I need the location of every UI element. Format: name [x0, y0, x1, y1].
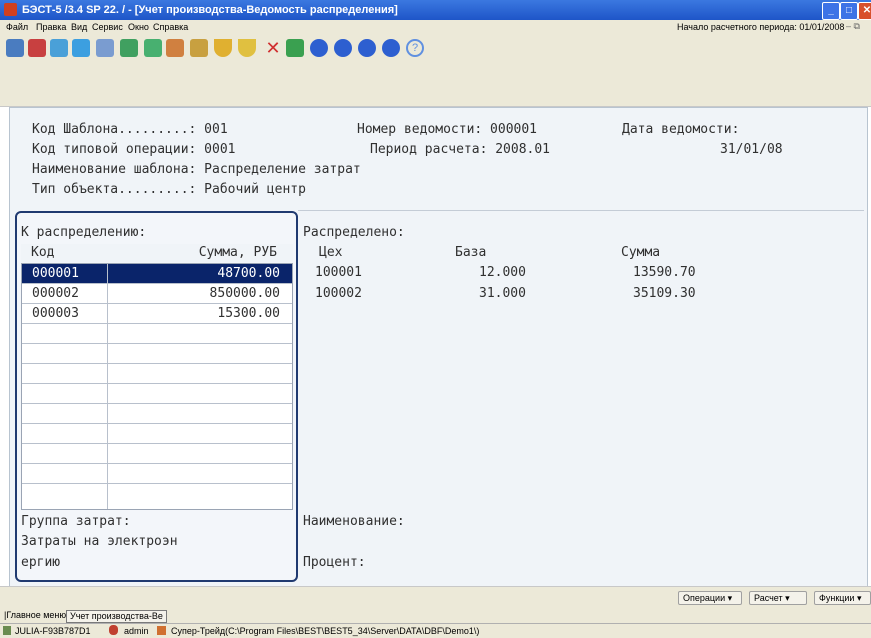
empty-row[interactable]: [22, 384, 292, 404]
dist-row-base[interactable]: 31.000: [479, 286, 526, 301]
status-bar: JULIA-F93B787D1 admin Супер-Трейд(C:\Pro…: [0, 623, 871, 638]
menu-view[interactable]: Вид: [71, 22, 87, 32]
calc-label: Расчет: [754, 593, 783, 603]
row-code: 000001: [32, 266, 79, 281]
last-icon[interactable]: [382, 39, 400, 57]
table-row[interactable]: 000001 48700.00: [22, 264, 292, 284]
empty-row[interactable]: [22, 444, 292, 464]
edit-icon[interactable]: [96, 39, 114, 57]
title-bar: БЭСТ-5 /3.4 SP 22. / - [Учет производств…: [0, 0, 871, 20]
period-start-label: Начало расчетного периода: 01/01/2008: [677, 22, 845, 32]
empty-row[interactable]: [22, 364, 292, 384]
distributed-title: Распределено:: [303, 225, 405, 240]
menu-help[interactable]: Справка: [153, 22, 188, 32]
filter-icon[interactable]: [214, 39, 232, 57]
template-code-field: Код Шаблона.........: 001: [32, 122, 228, 137]
distribution-grid[interactable]: 000001 48700.00 000002 850000.00 000003 …: [21, 263, 293, 510]
toolbar: ✕ ?: [0, 34, 871, 64]
col-sum-header[interactable]: Сумма, РУБ: [107, 244, 293, 262]
name-label: Наименование:: [303, 514, 405, 529]
minimize-button[interactable]: _: [822, 2, 840, 20]
record-icon[interactable]: [50, 39, 68, 57]
dist-row-shop[interactable]: 100002: [315, 286, 362, 301]
move-icon[interactable]: [166, 39, 184, 57]
database-path: Супер-Трейд(C:\Program Files\BEST\BEST5_…: [171, 626, 480, 636]
empty-row[interactable]: [22, 324, 292, 344]
table-row[interactable]: 000002 850000.00: [22, 284, 292, 304]
empty-row[interactable]: [22, 404, 292, 424]
tab-main-menu[interactable]: |Главное меню|: [1, 610, 71, 621]
empty-row[interactable]: [22, 464, 292, 484]
help-icon[interactable]: ?: [406, 39, 424, 57]
header-divider: [298, 210, 864, 211]
user-name: admin: [124, 626, 149, 636]
window-tabs: |Главное меню| Учет производства-Ве: [0, 608, 871, 623]
delete-icon[interactable]: ✕: [264, 39, 282, 57]
user-icon: [109, 625, 118, 635]
cost-group-value-line1: Затраты на электроэн: [21, 534, 178, 549]
filter-clear-icon[interactable]: [238, 39, 256, 57]
computer-icon: [3, 626, 11, 635]
row-sum: 48700.00: [217, 266, 280, 281]
tab-production[interactable]: Учет производства-Ве: [66, 610, 167, 623]
mdi-restore-icon[interactable]: – ⧉: [846, 21, 860, 32]
dist-row-sum[interactable]: 35109.30: [633, 286, 696, 301]
dist-row-sum[interactable]: 13590.70: [633, 265, 696, 280]
operation-code-field: Код типовой операции: 0001: [32, 142, 236, 157]
operations-label: Операции: [683, 593, 726, 603]
col-shop-header: Цех: [319, 245, 343, 260]
table-row[interactable]: 000003 15300.00: [22, 304, 292, 324]
window-title: БЭСТ-5 /3.4 SP 22. / - [Учет производств…: [22, 4, 398, 16]
menu-edit[interactable]: Правка: [36, 22, 66, 32]
statement-number-field: Номер ведомости: 000001: [357, 122, 538, 137]
table-icon[interactable]: [144, 39, 162, 57]
maximize-button[interactable]: □: [840, 2, 858, 20]
row-sum: 850000.00: [209, 286, 280, 301]
object-type-field: Тип объекта.........: Рабочий центр: [32, 182, 306, 197]
cost-group-value-line2: ергию: [21, 555, 61, 570]
percent-label: Процент:: [303, 555, 366, 570]
function-bar: Операции ▾ Расчет ▾ Функции ▾: [0, 586, 871, 609]
toolbar-spacer: [0, 64, 871, 107]
exit-icon[interactable]: [6, 39, 24, 57]
dist-row-shop[interactable]: 100001: [315, 265, 362, 280]
operations-dropdown[interactable]: Операции ▾: [678, 591, 742, 605]
functions-label: Функции: [819, 593, 855, 603]
menu-window[interactable]: Окно: [128, 22, 149, 32]
document-icon[interactable]: [28, 39, 46, 57]
template-name-field: Наименование шаблона: Распределение затр…: [32, 162, 361, 177]
calc-dropdown[interactable]: Расчет ▾: [749, 591, 807, 605]
row-sum: 15300.00: [217, 306, 280, 321]
database-icon: [157, 626, 166, 635]
cost-group-label: Группа затрат:: [21, 514, 131, 529]
menu-service[interactable]: Сервис: [92, 22, 123, 32]
first-icon[interactable]: [310, 39, 328, 57]
empty-row[interactable]: [22, 484, 292, 509]
app-icon: [4, 3, 17, 16]
col-code-header[interactable]: Код: [21, 244, 107, 262]
functions-dropdown[interactable]: Функции ▾: [814, 591, 871, 605]
row-code: 000002: [32, 286, 79, 301]
col-distributed-sum-header: Сумма: [621, 245, 661, 260]
copy-icon[interactable]: [72, 39, 90, 57]
menu-bar: Файл Правка Вид Сервис Окно Справка Нача…: [0, 20, 871, 34]
grid-icon[interactable]: [120, 39, 138, 57]
close-button[interactable]: ✕: [858, 2, 871, 20]
next-icon[interactable]: [358, 39, 376, 57]
to-distribute-title: К распределению:: [21, 225, 147, 240]
computer-name: JULIA-F93B787D1: [15, 626, 91, 636]
statement-date-value: 31/01/08: [720, 142, 783, 157]
move-alt-icon[interactable]: [190, 39, 208, 57]
statement-date-label: Дата ведомости:: [622, 122, 740, 137]
col-base-header: База: [455, 245, 487, 260]
menu-file[interactable]: Файл: [6, 22, 28, 32]
chart-icon[interactable]: [286, 39, 304, 57]
calc-period-field: Период расчета: 2008.01: [370, 142, 551, 157]
empty-row[interactable]: [22, 424, 292, 444]
row-code: 000003: [32, 306, 79, 321]
empty-row[interactable]: [22, 344, 292, 364]
dist-row-base[interactable]: 12.000: [479, 265, 526, 280]
prev-icon[interactable]: [334, 39, 352, 57]
